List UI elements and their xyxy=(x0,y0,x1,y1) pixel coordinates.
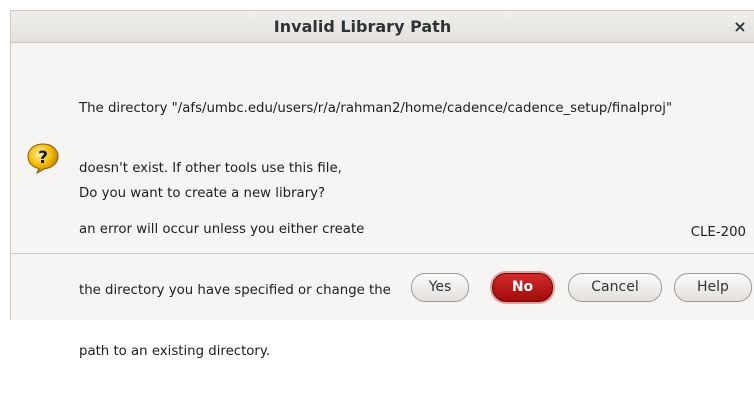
yes-button[interactable]: Yes xyxy=(411,273,469,302)
message-line: path to an existing directory. xyxy=(79,344,271,360)
message-code: CLE-200 xyxy=(690,225,746,240)
cancel-button[interactable]: Cancel xyxy=(568,273,662,302)
question-icon: ? xyxy=(27,143,59,175)
message-line: doesn't exist. If other tools use this f… xyxy=(79,161,342,177)
invalid-library-path-dialog: Invalid Library Path × ? The directory "… xyxy=(10,10,754,359)
svg-text:?: ? xyxy=(38,148,48,168)
message-text: The directory "/afs/umbc.edu/users/r/a/r… xyxy=(79,58,672,403)
close-icon[interactable]: × xyxy=(728,11,752,43)
message-line: The directory "/afs/umbc.edu/users/r/a/r… xyxy=(79,100,673,116)
dialog-title: Invalid Library Path xyxy=(273,17,452,36)
divider xyxy=(11,253,754,254)
message-line: an error will occur unless you either cr… xyxy=(79,222,365,238)
no-button[interactable]: No xyxy=(492,273,553,302)
title-bar: Invalid Library Path × xyxy=(11,11,754,43)
help-button[interactable]: Help xyxy=(674,273,752,302)
prompt-text: Do you want to create a new library? xyxy=(79,186,326,201)
